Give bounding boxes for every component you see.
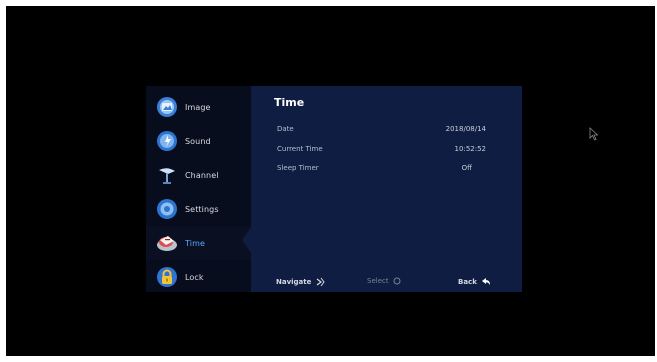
menu-item-channel[interactable]: Channel xyxy=(146,158,251,192)
lock-icon xyxy=(155,265,179,289)
menu-item-label: Image xyxy=(185,102,211,112)
date-value[interactable]: 2018/08/14 xyxy=(446,125,486,133)
settings-icon xyxy=(155,197,179,221)
navigate-label: Navigate xyxy=(276,278,312,286)
time-icon xyxy=(155,231,179,255)
current-time-label[interactable]: Current Time xyxy=(277,145,323,153)
select-label: Select xyxy=(367,277,389,285)
menu-item-label: Lock xyxy=(185,272,204,282)
date-label[interactable]: Date xyxy=(277,125,294,133)
back-hint: Back xyxy=(458,277,491,286)
image-icon xyxy=(155,95,179,119)
page-title: Time xyxy=(274,96,305,109)
menu-item-label: Settings xyxy=(185,204,219,214)
back-label: Back xyxy=(458,277,477,286)
menu-item-lock[interactable]: Lock xyxy=(146,260,251,294)
navigate-icon xyxy=(317,277,325,287)
menu-item-image[interactable]: Image xyxy=(146,90,251,124)
active-item-pointer xyxy=(242,226,252,254)
sound-icon xyxy=(155,129,179,153)
antenna-icon xyxy=(155,163,179,187)
menu-item-label: Channel xyxy=(185,170,219,180)
navigate-hint: Navigate xyxy=(276,277,325,287)
menu-item-settings[interactable]: Settings xyxy=(146,192,251,226)
settings-menu: Image Sound Channel Settings Time Lock xyxy=(146,86,251,292)
sleep-timer-label[interactable]: Sleep Timer xyxy=(277,164,319,172)
menu-item-label: Sound xyxy=(185,136,211,146)
mouse-cursor-icon xyxy=(589,127,599,141)
menu-item-sound[interactable]: Sound xyxy=(146,124,251,158)
time-settings-panel xyxy=(251,86,522,292)
menu-item-label: Time xyxy=(185,238,205,248)
select-hint: Select xyxy=(367,277,401,285)
current-time-value[interactable]: 10:52:52 xyxy=(455,145,486,153)
back-arrow-icon xyxy=(481,278,490,285)
menu-item-time[interactable]: Time xyxy=(146,226,251,260)
ok-icon xyxy=(393,277,401,285)
sleep-timer-value[interactable]: Off xyxy=(462,164,472,172)
